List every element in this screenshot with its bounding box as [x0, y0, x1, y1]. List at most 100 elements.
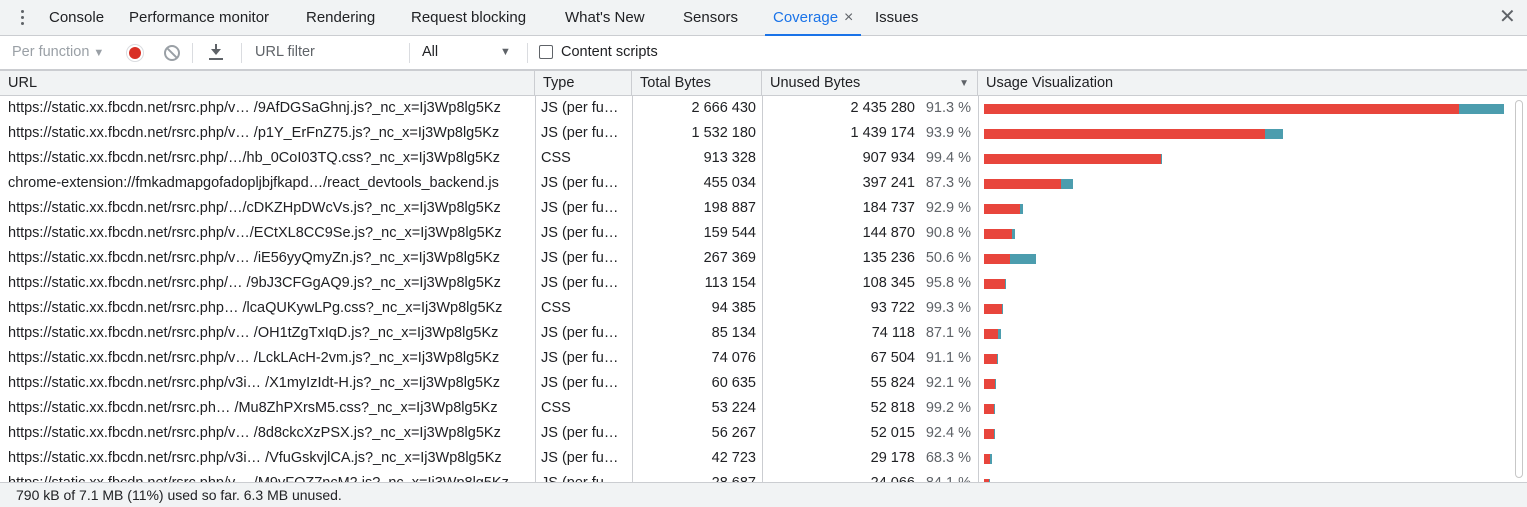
cell-unused-bytes: 67 504	[870, 350, 915, 366]
table-row[interactable]: https://static.xx.fbcdn.net/rsrc.php/v… …	[0, 246, 1512, 271]
tab-sensors[interactable]: Sensors	[683, 0, 738, 36]
coverage-type-value: Per function	[12, 44, 90, 60]
table-row[interactable]: https://static.xx.fbcdn.net/rsrc.ph… /Mu…	[0, 396, 1512, 421]
coverage-type-select[interactable]: Per function ▼	[12, 36, 104, 69]
table-row[interactable]: https://static.xx.fbcdn.net/rsrc.php/…/c…	[0, 196, 1512, 221]
table-row[interactable]: https://static.xx.fbcdn.net/rsrc.php/v… …	[0, 121, 1512, 146]
cell-unused-bytes: 52 818	[870, 400, 915, 416]
tab-request-blocking[interactable]: Request blocking	[411, 0, 526, 36]
cell-unused-bytes: 184 737	[862, 200, 915, 216]
table-row[interactable]: https://static.xx.fbcdn.net/rsrc.php/v… …	[0, 321, 1512, 346]
cell-type: JS (per fu…	[541, 100, 619, 116]
usage-bar-unused	[984, 404, 995, 414]
cell-total-bytes: 60 635	[711, 375, 756, 391]
usage-bar-used	[1061, 179, 1073, 189]
column-header-type[interactable]: Type	[535, 71, 632, 96]
clear-all-button[interactable]	[164, 45, 180, 61]
usage-bar-used	[1161, 154, 1163, 164]
export-download-icon[interactable]	[207, 43, 225, 63]
tab-console[interactable]: Console	[49, 0, 104, 36]
kebab-menu-icon[interactable]	[16, 8, 30, 28]
cell-url: https://static.xx.fbcdn.net/rsrc.ph… /Mu…	[8, 400, 498, 416]
cell-total-bytes: 113 154	[704, 275, 756, 291]
cell-type: JS (per fu…	[541, 225, 619, 241]
tab-coverage[interactable]: Coverage ×	[765, 0, 862, 36]
table-row[interactable]: https://static.xx.fbcdn.net/rsrc.php/v3i…	[0, 371, 1512, 396]
usage-bar	[984, 204, 1023, 214]
toolbar-divider	[241, 43, 242, 63]
cell-type: CSS	[541, 300, 571, 316]
tab-rendering[interactable]: Rendering	[306, 0, 375, 36]
cell-unused-bytes: 907 934	[862, 150, 915, 166]
cell-total-bytes: 42 723	[711, 450, 756, 466]
cell-total-bytes: 159 544	[703, 225, 756, 241]
coverage-status-bar: 790 kB of 7.1 MB (11%) used so far. 6.3 …	[0, 482, 1527, 507]
usage-bar-unused	[984, 354, 998, 364]
usage-bar-unused	[984, 154, 1162, 164]
cell-unused-percent: 90.8 %	[925, 225, 971, 241]
table-row[interactable]: https://static.xx.fbcdn.net/rsrc.php/v… …	[0, 421, 1512, 446]
usage-bar	[984, 404, 995, 414]
cell-total-bytes: 56 267	[711, 425, 756, 441]
cell-unused-percent: 99.3 %	[925, 300, 971, 316]
cell-type: JS (per fu…	[541, 175, 619, 191]
cell-unused-percent: 91.1 %	[925, 350, 971, 366]
usage-bar-unused	[984, 279, 1006, 289]
toolbar-divider	[409, 43, 410, 63]
table-row[interactable]: https://static.xx.fbcdn.net/rsrc.php/v…/…	[0, 221, 1512, 246]
cell-unused-bytes: 1 439 174	[850, 125, 915, 141]
column-header-url[interactable]: URL	[0, 71, 535, 96]
column-header-usage-visualization[interactable]: Usage Visualization	[978, 71, 1527, 96]
cell-total-bytes: 2 666 430	[691, 100, 756, 116]
usage-bar-used	[1005, 279, 1007, 289]
cell-total-bytes: 74 076	[711, 350, 756, 366]
cell-unused-bytes: 29 178	[870, 450, 915, 466]
cell-unused-bytes: 24 066	[762, 471, 915, 482]
table-row[interactable]: chrome-extension://fmkadmapgofadopljbjfk…	[0, 171, 1512, 196]
cell-type: JS (per fu…	[541, 350, 619, 366]
type-filter-select[interactable]: All ▼	[422, 36, 522, 69]
cell-total-bytes: 53 224	[711, 400, 756, 416]
usage-bar	[984, 304, 1003, 314]
table-row[interactable]: https://static.xx.fbcdn.net/rsrc.php/v3i…	[0, 446, 1512, 471]
table-row[interactable]: https://static.xx.fbcdn.net/rsrc.php/… /…	[0, 271, 1512, 296]
cell-unused-bytes: 74 118	[871, 325, 915, 341]
usage-bar	[984, 329, 1001, 339]
cell-type: JS (per fu…	[541, 375, 619, 391]
table-scrollbar[interactable]	[1515, 100, 1523, 478]
cell-url: https://static.xx.fbcdn.net/rsrc.php/… /…	[8, 275, 501, 291]
usage-bar-used	[997, 354, 999, 364]
tab-whats-new[interactable]: What's New	[565, 0, 645, 36]
table-row[interactable]: https://static.xx.fbcdn.net/rsrc.php/v… …	[0, 471, 1512, 482]
cell-total-bytes: 913 328	[703, 150, 756, 166]
table-row[interactable]: https://static.xx.fbcdn.net/rsrc.php/v… …	[0, 346, 1512, 371]
usage-bar	[984, 354, 999, 364]
chevron-down-icon: ▼	[93, 47, 105, 59]
usage-bar-unused	[984, 304, 1003, 314]
table-row[interactable]: https://static.xx.fbcdn.net/rsrc.php/v… …	[0, 96, 1512, 121]
cell-total-bytes: 85 134	[711, 325, 756, 341]
cell-unused-percent: 99.2 %	[925, 400, 971, 416]
content-scripts-label[interactable]: Content scripts	[561, 36, 658, 69]
tab-performance-monitor[interactable]: Performance monitor	[129, 0, 269, 36]
close-tab-icon[interactable]: ×	[844, 0, 853, 35]
column-header-total-bytes[interactable]: Total Bytes	[632, 71, 762, 96]
cell-url: https://static.xx.fbcdn.net/rsrc.php/v… …	[8, 100, 501, 116]
table-row[interactable]: https://static.xx.fbcdn.net/rsrc.php… /l…	[0, 296, 1512, 321]
column-header-unused-bytes[interactable]: Unused Bytes ▼	[762, 71, 978, 96]
record-button[interactable]	[126, 44, 144, 62]
cell-unused-percent: 87.1 %	[925, 325, 971, 341]
close-drawer-icon[interactable]: ✕	[1499, 7, 1516, 27]
coverage-table-body: https://static.xx.fbcdn.net/rsrc.php/v… …	[0, 96, 1527, 482]
sort-descending-icon: ▼	[959, 78, 969, 89]
url-filter-input[interactable]: URL filter	[255, 36, 315, 69]
cell-total-bytes: 198 887	[703, 200, 756, 216]
cell-unused-bytes: 2 435 280	[850, 100, 915, 116]
usage-bar-unused	[984, 129, 1265, 139]
cell-type: JS (per fu…	[541, 125, 619, 141]
cell-unused-bytes: 135 236	[862, 250, 915, 266]
table-row[interactable]: https://static.xx.fbcdn.net/rsrc.php/…/h…	[0, 146, 1512, 171]
usage-bar-used	[1012, 229, 1016, 239]
content-scripts-checkbox[interactable]	[539, 45, 553, 59]
tab-issues[interactable]: Issues	[875, 0, 918, 36]
